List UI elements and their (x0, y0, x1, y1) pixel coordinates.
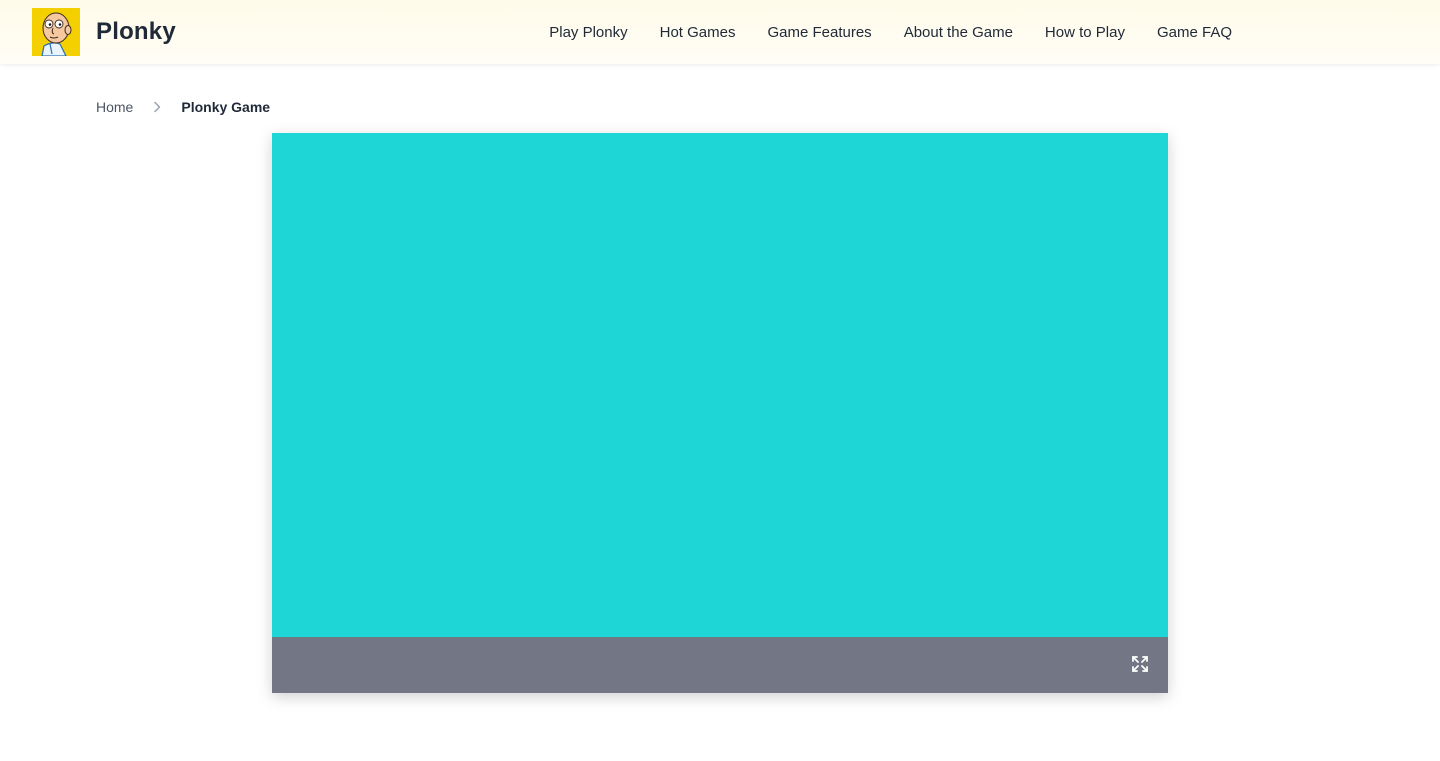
nav-play-plonky[interactable]: Play Plonky (549, 24, 627, 41)
game-canvas[interactable] (272, 133, 1168, 637)
fullscreen-button[interactable] (1130, 655, 1150, 675)
nav-hot-games[interactable]: Hot Games (660, 24, 736, 41)
nav-how-to-play[interactable]: How to Play (1045, 24, 1125, 41)
breadcrumb-current: Plonky Game (181, 99, 271, 115)
nav-game-faq[interactable]: Game FAQ (1157, 24, 1232, 41)
breadcrumb-home-link[interactable]: Home (96, 99, 133, 115)
nav-about-the-game[interactable]: About the Game (904, 24, 1013, 41)
nav-game-features[interactable]: Game Features (767, 24, 871, 41)
brand-name: Plonky (96, 18, 176, 45)
chevron-right-icon (149, 99, 165, 115)
site-header: Plonky Play Plonky Hot Games Game Featur… (0, 0, 1440, 64)
game-container (272, 133, 1168, 693)
breadcrumb: Home Plonky Game (96, 97, 270, 117)
logo-home-link[interactable]: Plonky (32, 8, 176, 57)
plonky-logo-icon (32, 8, 80, 57)
main-nav: Play Plonky Hot Games Game Features Abou… (549, 0, 1232, 64)
game-control-bar (272, 637, 1168, 693)
expand-icon (1131, 655, 1149, 676)
